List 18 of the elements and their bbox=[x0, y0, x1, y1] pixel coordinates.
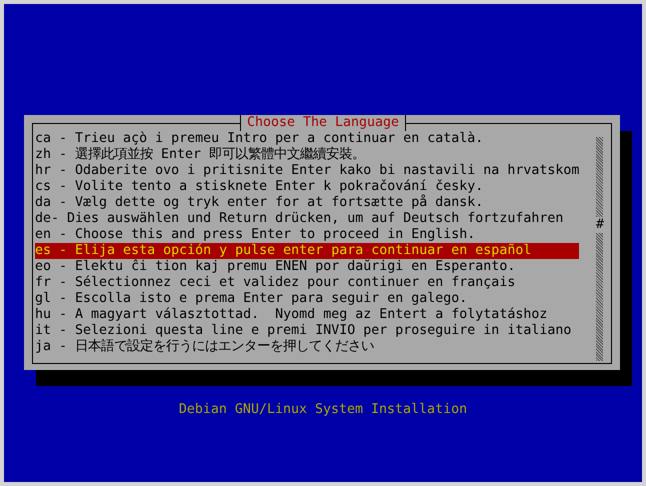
dialog-title: Choose The Language bbox=[240, 115, 406, 131]
language-option[interactable]: de- Dies auswählen und Return drücken, um auf Deutsch fortzufahren bbox=[35, 211, 579, 227]
language-option[interactable]: hr - Odaberite ovo i pritisnite Enter kako bi nastavili na hrvatskom bbox=[35, 163, 579, 179]
scroll-thumb[interactable]: # bbox=[596, 217, 604, 233]
language-option[interactable]: fr - Sélectionnez ceci et validez pour continuer en français bbox=[35, 275, 579, 291]
language-option[interactable]: hu - A magyart választottad. Nyomd meg az Entert a folytatáshoz bbox=[35, 307, 579, 323]
scrollbar[interactable]: # bbox=[596, 137, 603, 361]
language-option[interactable]: ja - 日本語で設定を行うにはエンターを押してください bbox=[35, 339, 579, 355]
footer-title: Debian GNU/Linux System Installation bbox=[178, 402, 468, 418]
language-option[interactable]: en - Choose this and press Enter to proceed in English. bbox=[35, 227, 579, 243]
language-option[interactable]: cs - Volite tento a stisknete Enter k pokračování česky. bbox=[35, 179, 579, 195]
language-option[interactable]: it - Selezioni questa line e premi INVIO per proseguire in italiano bbox=[35, 323, 579, 339]
language-option[interactable]: da - Vælg dette og tryk enter for at fortsætte på dansk. bbox=[35, 195, 579, 211]
language-option[interactable]: eo - Elektu ĉi tion kaj premu ENEN por daŭrigi en Esperanto. bbox=[35, 259, 579, 275]
language-option[interactable]: ca - Trieu açò i premeu Intro per a continuar en català. bbox=[35, 131, 579, 147]
language-option[interactable]: gl - Escolla isto e prema Enter para seguir en galego. bbox=[35, 291, 579, 307]
language-option[interactable]: es - Elija esta opción y pulse enter para continuar en español bbox=[35, 243, 579, 259]
language-option[interactable]: zh - 選擇此項並按 Enter 即可以繁體中文繼續安裝。 bbox=[35, 147, 579, 163]
